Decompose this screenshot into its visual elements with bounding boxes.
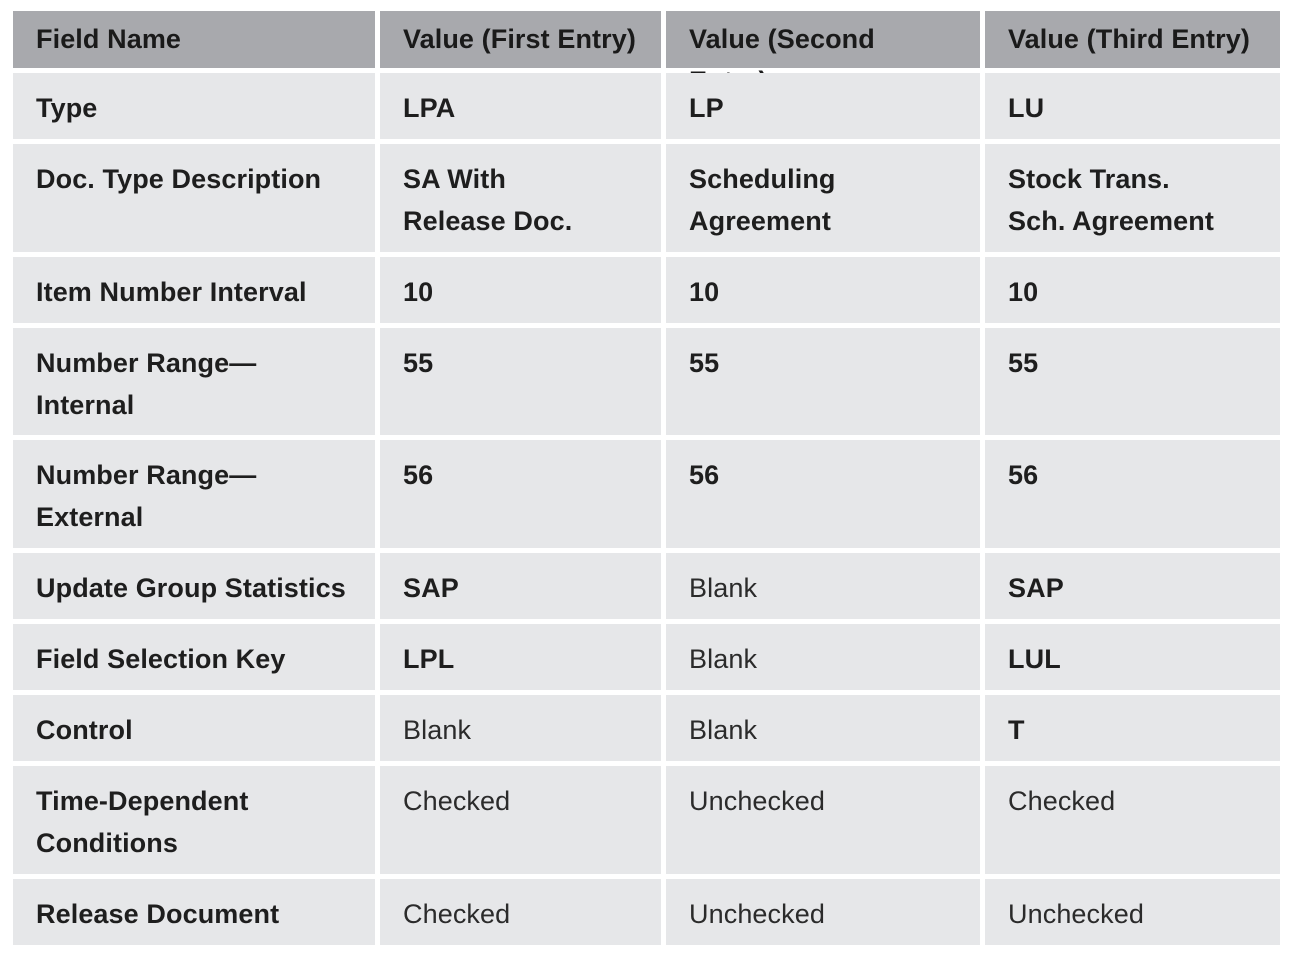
row-number-range-external-value-3: 56 xyxy=(985,440,1280,548)
row-time-dependent-conditions-value-1: Checked xyxy=(380,766,661,874)
row-time-dependent-conditions-field: Time-Dependent Conditions xyxy=(13,766,375,874)
row-control-field: Control xyxy=(13,695,375,761)
row-doc-type-description-value-2: Scheduling Agreement xyxy=(666,144,980,252)
row-update-group-statistics-value-1: SAP xyxy=(380,553,661,619)
row-release-document-field: Release Document xyxy=(13,879,375,945)
row-release-document-value-2: Unchecked xyxy=(666,879,980,945)
row-number-range-internal-field: Number Range— Internal xyxy=(13,328,375,435)
row-time-dependent-conditions-value-2: Unchecked xyxy=(666,766,980,874)
row-field-selection-key-value-1: LPL xyxy=(380,624,661,690)
row-control-value-2: Blank xyxy=(666,695,980,761)
header-field-name: Field Name xyxy=(13,11,375,68)
header-second-entry: Value (Second Entry) xyxy=(666,11,980,96)
row-type-field: Type xyxy=(13,73,375,139)
header-third-entry: Value (Third Entry) xyxy=(985,11,1280,68)
row-control-value-1: Blank xyxy=(380,695,661,761)
row-update-group-statistics-field: Update Group Statistics xyxy=(13,553,375,619)
row-field-selection-key-value-2: Blank xyxy=(666,624,980,690)
row-item-number-interval-field: Item Number Interval xyxy=(13,257,375,323)
header-first-entry: Value (First Entry) xyxy=(380,11,661,68)
row-update-group-statistics-value-2: Blank xyxy=(666,553,980,619)
row-update-group-statistics-value-3: SAP xyxy=(985,553,1280,619)
row-doc-type-description-value-1: SA With Release Doc. xyxy=(380,144,661,252)
row-item-number-interval-value-3: 10 xyxy=(985,257,1280,323)
row-time-dependent-conditions-value-3: Checked xyxy=(985,766,1280,874)
row-item-number-interval-value-2: 10 xyxy=(666,257,980,323)
row-number-range-external-value-1: 56 xyxy=(380,440,661,548)
row-type-value-3: LU xyxy=(985,73,1280,139)
row-type-value-1: LPA xyxy=(380,73,661,139)
row-field-selection-key-value-3: LUL xyxy=(985,624,1280,690)
row-number-range-external-field: Number Range— External xyxy=(13,440,375,548)
row-number-range-internal-value-2: 55 xyxy=(666,328,980,435)
row-number-range-internal-value-3: 55 xyxy=(985,328,1280,435)
row-field-selection-key-field: Field Selection Key xyxy=(13,624,375,690)
row-item-number-interval-value-1: 10 xyxy=(380,257,661,323)
row-release-document-value-1: Checked xyxy=(380,879,661,945)
row-doc-type-description-value-3: Stock Trans. Sch. Agreement xyxy=(985,144,1280,252)
row-release-document-value-3: Unchecked xyxy=(985,879,1280,945)
row-number-range-external-value-2: 56 xyxy=(666,440,980,548)
config-table: Field Name Value (First Entry) Value (Se… xyxy=(13,11,1280,945)
row-control-value-3: T xyxy=(985,695,1280,761)
row-type-value-2: LP xyxy=(666,73,980,139)
row-doc-type-description-field: Doc. Type Description xyxy=(13,144,375,252)
row-number-range-internal-value-1: 55 xyxy=(380,328,661,435)
